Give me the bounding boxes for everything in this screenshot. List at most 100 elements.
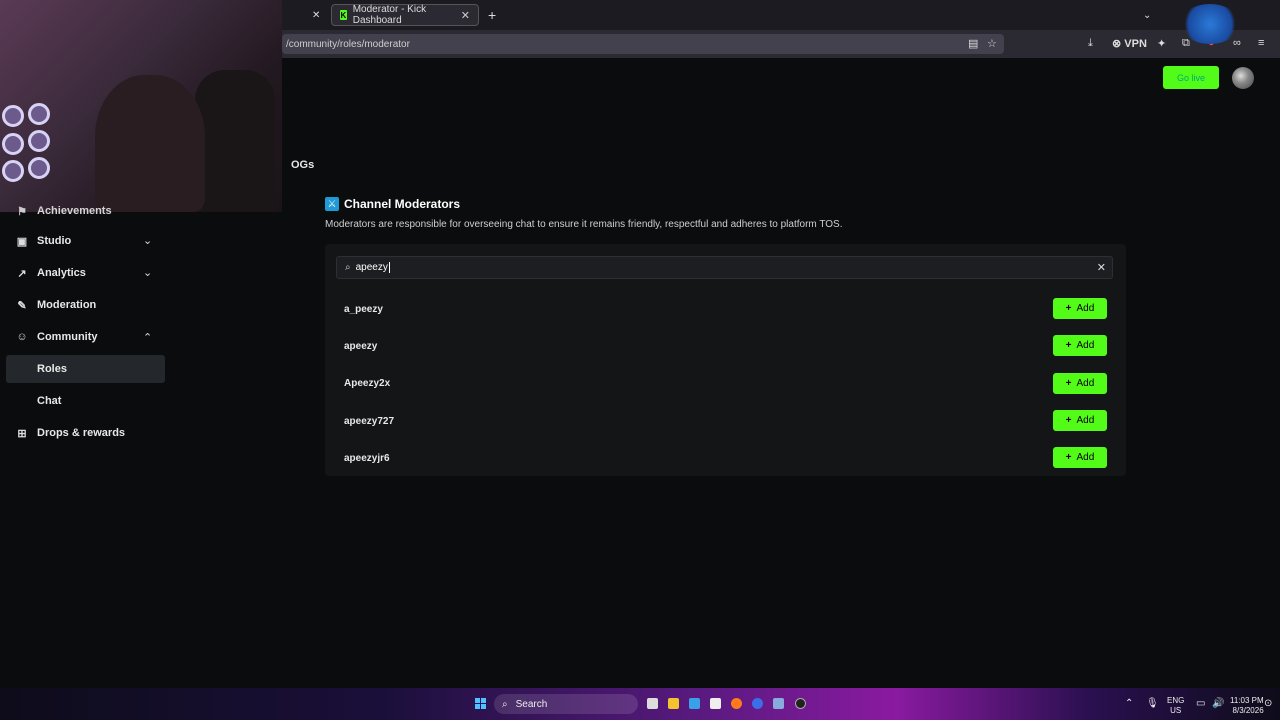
search-icon: ⌕ bbox=[502, 698, 508, 710]
bookmark-star-icon[interactable]: ☆ bbox=[987, 37, 997, 50]
analytics-icon: ↗ bbox=[17, 267, 27, 280]
glasses-icon[interactable]: ∞ bbox=[1233, 37, 1241, 49]
result-username: apeezyjr6 bbox=[344, 453, 390, 464]
sidebar-item-studio[interactable]: ▣ Studio bbox=[16, 231, 71, 251]
sidebar-item-label: Moderation bbox=[37, 299, 97, 311]
plus-icon: + bbox=[1065, 452, 1072, 463]
section-description: Moderators are responsible for overseein… bbox=[325, 219, 843, 230]
tab-title: Moderator - Kick Dashboard bbox=[352, 4, 427, 26]
webcam-overlay bbox=[0, 0, 282, 212]
sidebar-item-moderation[interactable]: ✎ Moderation bbox=[16, 295, 96, 315]
url-text: /community/roles/moderator bbox=[286, 38, 410, 50]
add-moderator-button[interactable]: + Add bbox=[1053, 410, 1107, 431]
firefox-icon[interactable] bbox=[731, 698, 742, 709]
add-moderator-button[interactable]: + Add bbox=[1053, 335, 1107, 356]
go-live-label: Go live bbox=[1176, 72, 1205, 83]
obs-icon[interactable] bbox=[795, 698, 806, 709]
add-label: Add bbox=[1076, 415, 1095, 426]
kick-favicon-icon: K bbox=[340, 10, 347, 20]
sidebar-item-roles-highlight bbox=[6, 355, 165, 383]
tab-list-chevron-icon[interactable]: ⌄ bbox=[1143, 4, 1151, 26]
taskbar-search[interactable]: ⌕ Search bbox=[494, 694, 638, 714]
sidebar-item-drops-rewards[interactable]: ⊞ Drops & rewards bbox=[16, 423, 125, 443]
reader-view-icon[interactable]: ▤ bbox=[968, 37, 978, 50]
language-indicator[interactable]: ENG US bbox=[1167, 696, 1184, 716]
sidebar-item-label: Community bbox=[37, 331, 98, 343]
menu-icon[interactable]: ≡ bbox=[1258, 37, 1264, 49]
taskbar-search-label: Search bbox=[515, 698, 548, 710]
chevron-up-icon[interactable]: ⌃ bbox=[143, 331, 152, 344]
result-username: apeezy727 bbox=[344, 416, 395, 427]
result-username: a_peezy bbox=[344, 304, 383, 315]
notification-icon[interactable]: ⊙ bbox=[1264, 698, 1272, 709]
task-view-icon[interactable] bbox=[647, 698, 658, 709]
sidebar-item-label: Studio bbox=[37, 235, 72, 247]
sidebar-item-chat[interactable]: Chat bbox=[37, 395, 61, 407]
go-live-button[interactable]: Go live bbox=[1163, 66, 1219, 89]
result-username: Apeezy2x bbox=[344, 378, 391, 389]
chevron-down-icon[interactable]: ⌄ bbox=[143, 234, 152, 247]
add-label: Add bbox=[1076, 303, 1095, 314]
search-icon: ⌕ bbox=[345, 262, 351, 273]
language-bottom: US bbox=[1170, 706, 1182, 715]
plus-icon: + bbox=[1065, 415, 1072, 426]
search-value: apeezy bbox=[355, 262, 388, 273]
text-caret bbox=[388, 262, 390, 273]
network-icon[interactable]: ▭ bbox=[1196, 698, 1205, 709]
browser-tab-active[interactable]: K Moderator - Kick Dashboard ✕ bbox=[331, 4, 479, 26]
file-explorer-icon[interactable] bbox=[668, 698, 679, 709]
add-label: Add bbox=[1076, 452, 1095, 463]
trophy-icon: ⚑ bbox=[17, 205, 27, 218]
sidebar-item-achievements[interactable]: ⚑ Achievements bbox=[16, 201, 112, 221]
add-moderator-button[interactable]: + Add bbox=[1053, 298, 1107, 319]
browser-logo-icon bbox=[1180, 4, 1240, 44]
sidebar-item-label: Analytics bbox=[37, 267, 86, 279]
clock-time: 11:03 PM bbox=[1230, 696, 1264, 705]
clear-search-icon[interactable]: ✕ bbox=[1097, 261, 1106, 274]
add-moderator-button[interactable]: + Add bbox=[1053, 447, 1107, 468]
photos-icon[interactable] bbox=[773, 698, 784, 709]
add-moderator-button[interactable]: + Add bbox=[1053, 373, 1107, 394]
sidebar-item-community[interactable]: ☺ Community bbox=[16, 327, 98, 347]
store-icon[interactable] bbox=[710, 698, 721, 709]
add-label: Add bbox=[1076, 340, 1095, 351]
edge-icon[interactable] bbox=[689, 698, 700, 709]
language-top: ENG bbox=[1167, 696, 1185, 705]
plus-icon: + bbox=[1065, 303, 1072, 314]
sidebar-item-label: Achievements bbox=[37, 205, 112, 217]
sword-icon: ⚔ bbox=[325, 197, 339, 211]
sidebar-item-label: Drops & rewards bbox=[37, 427, 126, 439]
plus-icon: + bbox=[1065, 340, 1072, 351]
add-label: Add bbox=[1076, 378, 1095, 389]
community-icon: ☺ bbox=[16, 331, 28, 343]
plus-icon: + bbox=[1065, 378, 1072, 389]
previous-tab-close-icon[interactable]: ✕ bbox=[312, 4, 320, 26]
tab-close-icon[interactable]: ✕ bbox=[461, 9, 470, 22]
studio-icon: ▣ bbox=[16, 235, 28, 248]
wrench-icon: ✎ bbox=[17, 299, 27, 312]
microphone-icon[interactable]: 🎙 bbox=[1146, 698, 1159, 709]
vpn-label: VPN bbox=[1124, 38, 1147, 50]
tray-chevron-up-icon[interactable]: ⌃ bbox=[1125, 698, 1133, 709]
avatar[interactable] bbox=[1232, 67, 1254, 89]
volume-icon[interactable]: 🔊 bbox=[1212, 698, 1224, 709]
extension-icon[interactable]: ✦ bbox=[1157, 37, 1166, 50]
download-icon[interactable]: ⤓ bbox=[1088, 37, 1093, 50]
windows-taskbar bbox=[0, 688, 1280, 720]
puzzle-extensions-icon[interactable]: ⧉ bbox=[1182, 37, 1190, 50]
result-username: apeezy bbox=[344, 341, 378, 352]
ogs-tab[interactable]: OGs bbox=[291, 159, 314, 171]
search-input[interactable]: ⌕ apeezy ✕ bbox=[336, 256, 1113, 279]
section-title: Channel Moderators bbox=[344, 197, 461, 211]
new-tab-button[interactable]: + bbox=[488, 4, 496, 26]
address-bar[interactable]: /community/roles/moderator bbox=[282, 34, 1004, 54]
vpn-button[interactable]: ⊗ VPN bbox=[1112, 37, 1147, 50]
sidebar-item-analytics[interactable]: ↗ Analytics bbox=[16, 263, 86, 283]
windows-start-icon[interactable] bbox=[475, 698, 486, 709]
clock-date: 8/3/2026 bbox=[1232, 706, 1264, 715]
sidebar-item-roles[interactable]: Roles bbox=[37, 363, 67, 375]
browser-app-icon[interactable] bbox=[752, 698, 763, 709]
clock[interactable]: 11:03 PM 8/3/2026 bbox=[1230, 696, 1264, 716]
chevron-down-icon[interactable]: ⌄ bbox=[143, 266, 152, 279]
drops-icon: ⊞ bbox=[17, 427, 27, 440]
